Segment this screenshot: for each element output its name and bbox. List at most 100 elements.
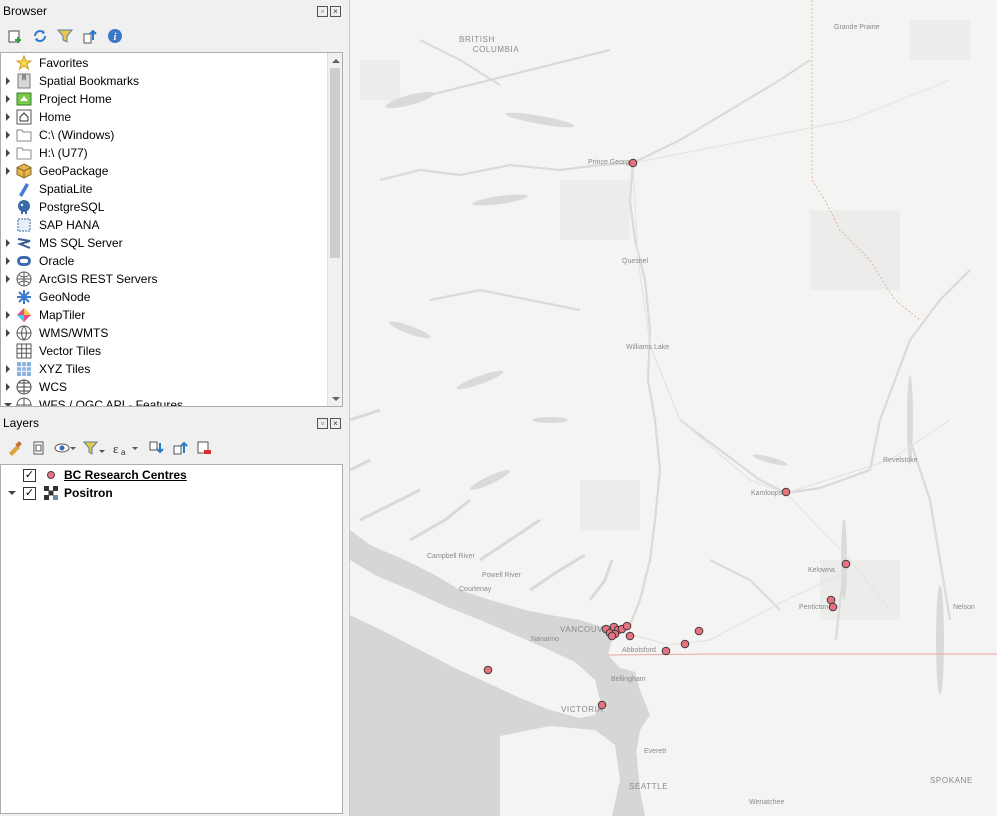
expand-arrow-icon[interactable]	[1, 162, 15, 180]
spatialite-icon	[15, 180, 33, 198]
scroll-down-icon[interactable]	[328, 391, 342, 406]
map-canvas[interactable]: BRITISH COLUMBIA Grande Prairie Prince G…	[349, 0, 997, 816]
filter-legend-icon[interactable]	[82, 439, 106, 458]
info-icon[interactable]: i	[105, 27, 124, 46]
wfs-icon	[15, 396, 33, 406]
research-centre-point[interactable]	[826, 595, 836, 605]
olympic-peninsula	[500, 726, 620, 816]
browser-item[interactable]: GeoPackage	[1, 162, 327, 180]
browser-item[interactable]: PostgreSQL	[1, 198, 327, 216]
expand-arrow-icon[interactable]	[1, 252, 15, 270]
scroll-thumb[interactable]	[330, 68, 340, 258]
layers-dock: Layers ▫ × εa ✓ BC Research Centres ✓ Po…	[0, 412, 343, 816]
expand-arrow-icon[interactable]	[1, 360, 15, 378]
collapse-all-icon[interactable]	[170, 439, 189, 458]
browser-item-label: XYZ Tiles	[39, 362, 91, 376]
browser-item-label: Vector Tiles	[39, 344, 102, 358]
research-centre-point[interactable]	[828, 602, 838, 612]
browser-item[interactable]: Favorites	[1, 54, 327, 72]
map-label-powell-river: Powell River	[482, 572, 522, 579]
expand-arrow-icon[interactable]	[1, 234, 15, 252]
research-centre-point[interactable]	[607, 631, 617, 641]
expand-arrow-icon[interactable]	[1, 484, 23, 502]
folder-icon	[15, 144, 33, 162]
add-group-icon[interactable]	[29, 439, 48, 458]
remove-layer-icon[interactable]	[194, 439, 213, 458]
browser-item[interactable]: Project Home	[1, 90, 327, 108]
research-centre-point[interactable]	[483, 665, 493, 675]
layer-visibility-checkbox[interactable]: ✓	[23, 468, 36, 482]
browser-item[interactable]: Home	[1, 108, 327, 126]
research-centre-point[interactable]	[694, 626, 704, 636]
research-centre-point[interactable]	[628, 158, 638, 168]
layers-dock-titlebar: Layers ▫ ×	[0, 412, 343, 434]
browser-scrollbar[interactable]	[327, 53, 342, 406]
browser-toolbar: i	[0, 22, 343, 50]
research-centre-point[interactable]	[625, 631, 635, 641]
expand-arrow-icon[interactable]	[1, 144, 15, 162]
filter-icon[interactable]	[55, 27, 74, 46]
research-centre-point[interactable]	[622, 621, 632, 631]
close-icon[interactable]: ×	[330, 417, 341, 429]
browser-item[interactable]: Vector Tiles	[1, 342, 327, 360]
research-centre-point[interactable]	[781, 487, 791, 497]
map-label-seattle: SEATTLE	[629, 782, 668, 791]
expand-arrow-icon[interactable]	[1, 108, 15, 126]
style-icon[interactable]	[5, 439, 24, 458]
browser-item[interactable]: H:\ (U77)	[1, 144, 327, 162]
layer-item[interactable]: ✓ Positron	[1, 484, 342, 502]
wcs-icon	[15, 378, 33, 396]
browser-item[interactable]: WCS	[1, 378, 327, 396]
map-label-wenatchee: Wenatchee	[749, 799, 784, 806]
browser-item[interactable]: XYZ Tiles	[1, 360, 327, 378]
expand-arrow-icon[interactable]	[1, 72, 15, 90]
browser-item[interactable]: C:\ (Windows)	[1, 126, 327, 144]
research-centre-point[interactable]	[680, 639, 690, 649]
browser-item[interactable]: Oracle	[1, 252, 327, 270]
collapse-icon[interactable]	[80, 27, 99, 46]
expression-filter-icon[interactable]: εa	[111, 439, 141, 458]
browser-item[interactable]: WFS / OGC API - Features	[1, 396, 327, 406]
browser-item[interactable]: GeoNode	[1, 288, 327, 306]
refresh-icon[interactable]	[30, 27, 49, 46]
research-centre-point[interactable]	[597, 700, 607, 710]
expand-arrow-icon[interactable]	[1, 90, 15, 108]
browser-tree[interactable]: Favorites Spatial Bookmarks Project Home Ho…	[0, 52, 343, 407]
browser-item[interactable]: MapTiler	[1, 306, 327, 324]
expand-all-icon[interactable]	[146, 439, 165, 458]
expand-arrow-icon[interactable]	[1, 126, 15, 144]
expand-arrow-icon[interactable]	[1, 270, 15, 288]
map-label-campbell-river: Campbell River	[427, 553, 476, 560]
research-centre-point[interactable]	[661, 646, 671, 656]
visibility-icon[interactable]	[53, 439, 77, 458]
svg-text:i: i	[113, 32, 116, 43]
expand-arrow-icon[interactable]	[1, 378, 15, 396]
undock-icon[interactable]: ▫	[317, 417, 328, 429]
undock-icon[interactable]: ▫	[317, 5, 328, 17]
browser-item[interactable]: SpatiaLite	[1, 180, 327, 198]
browser-item-label: Oracle	[39, 254, 75, 268]
expand-arrow-icon[interactable]	[1, 324, 15, 342]
browser-item[interactable]: WMS/WMTS	[1, 324, 327, 342]
add-layer-icon[interactable]	[5, 27, 24, 46]
browser-item[interactable]: MS SQL Server	[1, 234, 327, 252]
browser-item-label: GeoPackage	[39, 164, 109, 178]
close-icon[interactable]: ×	[330, 5, 341, 17]
browser-item[interactable]: Spatial Bookmarks	[1, 72, 327, 90]
layers-toolbar: εa	[0, 434, 343, 462]
browser-item[interactable]: SAP HANA	[1, 216, 327, 234]
postgresql-icon	[15, 198, 33, 216]
layers-tree[interactable]: ✓ BC Research Centres ✓ Positron	[0, 464, 343, 814]
expand-arrow-icon[interactable]	[1, 396, 15, 406]
layer-visibility-checkbox[interactable]: ✓	[23, 486, 36, 500]
expand-arrow-icon[interactable]	[1, 306, 15, 324]
research-centre-point[interactable]	[841, 559, 851, 569]
browser-dock-titlebar: Browser ▫ ×	[0, 0, 343, 22]
browser-item[interactable]: ArcGIS REST Servers	[1, 270, 327, 288]
layer-item[interactable]: ✓ BC Research Centres	[1, 466, 342, 484]
scroll-up-icon[interactable]	[328, 53, 342, 68]
